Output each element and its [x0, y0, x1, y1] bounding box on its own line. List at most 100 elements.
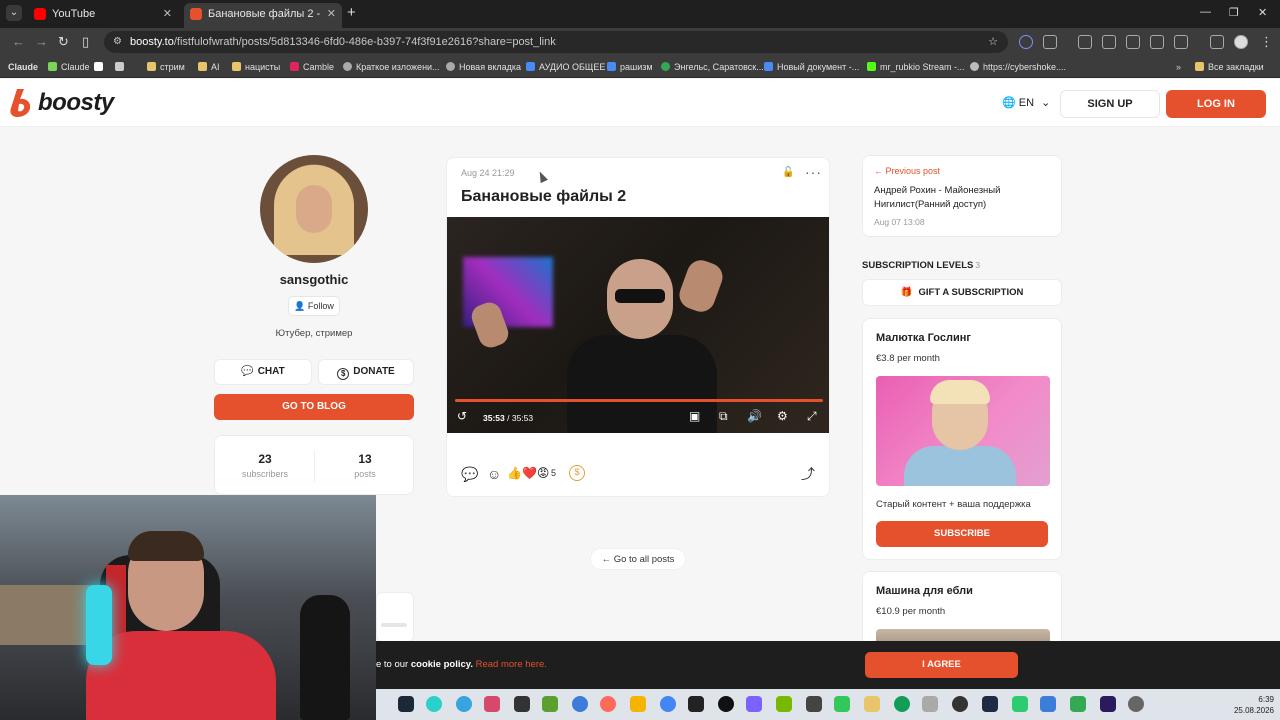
reader-icon[interactable] — [1174, 35, 1188, 49]
app-icon[interactable] — [572, 696, 588, 712]
bookmark-folder[interactable]: AI — [198, 59, 220, 75]
app-icon[interactable] — [1040, 696, 1056, 712]
chrome-icon[interactable] — [952, 696, 968, 712]
translate-icon[interactable] — [1078, 35, 1092, 49]
app-icon[interactable] — [600, 696, 616, 712]
app-icon[interactable] — [982, 696, 998, 712]
sign-up-button[interactable]: SIGN UP — [1060, 90, 1160, 118]
link-icon[interactable] — [1126, 35, 1140, 49]
more-bookmarks-icon[interactable]: » — [1176, 59, 1181, 75]
tab-list-icon[interactable] — [1210, 35, 1224, 49]
bookmark-star-icon[interactable]: ☆ — [988, 31, 998, 53]
close-tab-icon[interactable]: ✕ — [163, 3, 172, 25]
follow-button[interactable]: 👤 Follow — [288, 296, 340, 316]
extension-icon[interactable] — [1019, 35, 1033, 49]
cookie-policy-link[interactable]: cookie policy. — [411, 659, 473, 670]
bookmark-item[interactable]: Новая вкладка — [446, 59, 521, 75]
url-input[interactable]: ⚙ boosty.to/fistfulofwrath/posts/5d81334… — [104, 31, 1008, 53]
forward-icon[interactable]: → — [35, 34, 48, 49]
tab-boosty-post[interactable]: Банановые файлы 2 - sansgothic ✕ — [184, 3, 342, 28]
bookmark-item[interactable]: Claude — [48, 59, 90, 75]
comment-icon[interactable]: 💬 — [461, 465, 478, 483]
app-icon[interactable] — [484, 696, 500, 712]
browser-menu-icon[interactable]: ⋮ — [1260, 34, 1273, 50]
read-more-link[interactable]: Read more here. — [476, 659, 547, 670]
bookmark-item[interactable]: Энгельс, Саратовск... — [661, 59, 764, 75]
minimize-icon[interactable]: — — [1200, 6, 1211, 18]
app-icon[interactable] — [426, 696, 442, 712]
app-icon[interactable] — [688, 696, 704, 712]
app-icon[interactable] — [630, 696, 646, 712]
donate-button[interactable]: $ DONATE — [318, 359, 414, 385]
reload-icon[interactable]: ↻ — [58, 34, 69, 50]
agree-button[interactable]: I AGREE — [865, 652, 1018, 678]
openai-icon[interactable] — [718, 696, 734, 712]
bookmark-item[interactable]: Краткое изложени... — [343, 59, 440, 75]
share-icon[interactable]: ⤴ — [801, 465, 815, 483]
bookmark-item[interactable]: Новый документ -... — [764, 59, 859, 75]
close-window-icon[interactable]: ✕ — [1258, 6, 1267, 19]
terminal-icon[interactable] — [514, 696, 530, 712]
steam-icon[interactable] — [398, 696, 414, 712]
tab-youtube[interactable]: YouTube ✕ — [28, 3, 178, 25]
bookmark-item[interactable]: Claude — [8, 59, 38, 75]
app-icon[interactable] — [456, 696, 472, 712]
app-icon[interactable] — [1012, 696, 1028, 712]
screenshot-icon[interactable] — [1150, 35, 1164, 49]
extensions-puzzle-icon[interactable] — [1043, 35, 1057, 49]
premiere-icon[interactable] — [1100, 696, 1116, 712]
profile-avatar-icon[interactable] — [1234, 35, 1248, 49]
subscribe-button[interactable]: SUBSCRIBE — [876, 521, 1048, 547]
video-player[interactable]: ↺ 35:53 / 35:53 ▣ ⧉ 🔊 ⚙ ⤢ — [447, 217, 829, 433]
fullscreen-icon[interactable]: ⤢ — [807, 409, 817, 424]
maximize-icon[interactable]: ❐ — [1229, 6, 1239, 19]
log-in-button[interactable]: LOG IN — [1166, 90, 1266, 118]
app-icon[interactable] — [660, 696, 676, 712]
bookmark-item[interactable]: Camble — [290, 59, 334, 75]
app-icon[interactable] — [834, 696, 850, 712]
app-icon[interactable] — [542, 696, 558, 712]
back-icon[interactable]: ← — [12, 34, 25, 49]
bookmark-item[interactable] — [115, 59, 128, 75]
pip-icon[interactable]: ▣ — [689, 409, 700, 423]
new-tab-button[interactable]: + — [347, 5, 356, 21]
sidebar-icon[interactable]: ▯ — [82, 34, 89, 50]
more-options-icon[interactable]: ··· — [805, 164, 822, 180]
gift-subscription-button[interactable]: 🎁 GIFT A SUBSCRIPTION — [862, 279, 1062, 306]
settings-gear-icon[interactable] — [1128, 696, 1144, 712]
bookmark-folder[interactable]: нацисты — [232, 59, 280, 75]
reactions[interactable]: 👍❤️😡 — [507, 466, 549, 480]
bookmark-item[interactable] — [94, 59, 107, 75]
volume-icon[interactable]: 🔊 — [747, 409, 762, 423]
bookmark-item[interactable]: https://cybershoke.... — [970, 59, 1066, 75]
app-icon[interactable] — [894, 696, 910, 712]
add-reaction-icon[interactable]: ☺ — [487, 465, 501, 483]
bookmark-item[interactable]: mr_rubkio Stream -... — [867, 59, 965, 75]
app-icon[interactable] — [746, 696, 762, 712]
site-info-icon[interactable]: ⚙ — [113, 31, 122, 53]
app-icon[interactable] — [1070, 696, 1086, 712]
all-bookmarks[interactable]: Все закладки — [1195, 59, 1264, 75]
boosty-logo-icon[interactable] — [10, 89, 32, 117]
bookmark-item[interactable]: АУДИО ОБЩЕЕ — [526, 59, 605, 75]
apps-icon[interactable] — [1102, 35, 1116, 49]
system-clock[interactable]: 6:39 25.08.2026 — [1218, 694, 1278, 716]
previous-post-card[interactable]: ← Previous post Андрей Рохин - Майонезны… — [862, 155, 1062, 237]
video-progress-bar[interactable] — [455, 399, 823, 402]
chat-button[interactable]: 💬 CHAT — [214, 359, 312, 385]
tab-search-icon[interactable]: ⌄ — [6, 5, 22, 21]
go-to-blog-button[interactable]: GO TO BLOG — [214, 394, 414, 420]
avatar[interactable] — [260, 155, 368, 263]
chromecast-icon[interactable]: ⧉ — [719, 409, 728, 424]
bookmark-folder[interactable]: стрим — [147, 59, 185, 75]
close-tab-icon[interactable]: ✕ — [327, 3, 336, 25]
go-to-all-posts-button[interactable]: ← Go to all posts — [590, 548, 686, 570]
boosty-logo-text[interactable]: boosty — [38, 89, 114, 117]
app-icon[interactable] — [806, 696, 822, 712]
app-icon[interactable] — [922, 696, 938, 712]
folder-icon[interactable] — [864, 696, 880, 712]
language-selector[interactable]: 🌐 EN ⌄ — [1002, 96, 1050, 109]
donate-coin-icon[interactable]: $ — [569, 465, 585, 481]
replay-icon[interactable]: ↺ — [457, 409, 467, 423]
bookmark-item[interactable]: рашизм — [607, 59, 653, 75]
